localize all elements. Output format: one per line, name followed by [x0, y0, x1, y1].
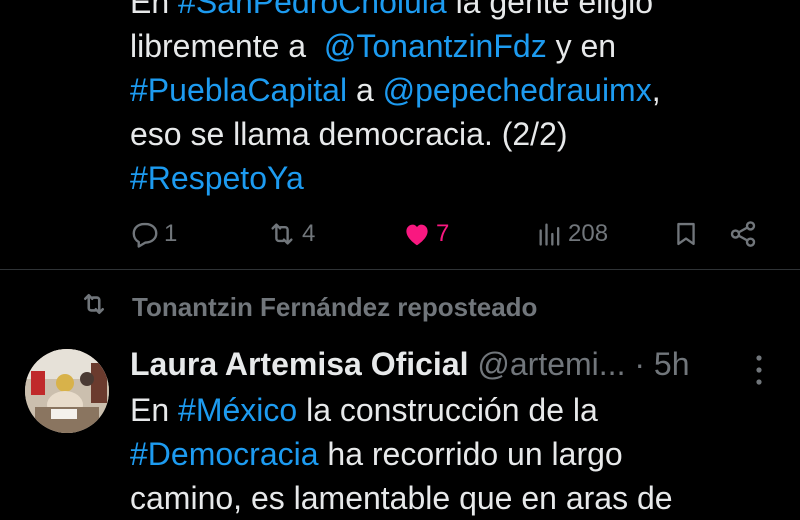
mention-link[interactable]: @pepechedrauimx: [383, 72, 652, 108]
repost-icon: [266, 219, 298, 249]
repost-icon: [78, 290, 132, 325]
repost-button[interactable]: 4: [266, 214, 315, 254]
text-segment: ,: [651, 72, 661, 108]
tweet-1-line: #RespetoYa: [130, 156, 770, 200]
author-name[interactable]: Laura Artemisa Oficial: [130, 346, 469, 382]
share-button[interactable]: [728, 214, 758, 254]
tweet-1-line: libremente a @TonantzinFdz y en: [130, 24, 770, 68]
reply-count: 1: [164, 220, 178, 247]
tweet-1-actions: 1 4 7 208: [0, 214, 800, 254]
like-button[interactable]: 7: [402, 214, 449, 254]
tweet-1[interactable]: En #SanPedroCholula la gente eligió libr…: [0, 0, 800, 270]
mention-link[interactable]: @TonantzinFdz: [324, 28, 547, 64]
hashtag-link[interactable]: #PueblaCapital: [130, 72, 347, 108]
tweet-divider: [0, 269, 800, 270]
text-segment: a: [347, 72, 383, 108]
tweet-2-line: En #México la construcción de la: [130, 388, 770, 432]
tweet-2-header: Laura Artemisa Oficial @artemi... · 5h: [130, 344, 689, 384]
tweet-1-line: En #SanPedroCholula la gente eligió: [130, 0, 770, 24]
hashtag-link[interactable]: #Democracia: [130, 436, 319, 472]
repost-count: 4: [302, 220, 316, 247]
hashtag-link[interactable]: #México: [178, 392, 297, 428]
text-segment: libremente a: [130, 28, 324, 64]
tweet-2-text: En #México la construcción de la #Democr…: [130, 388, 770, 520]
avatar-image: [25, 349, 109, 433]
tweet-1-line: eso se llama democracia. (2/2): [130, 116, 568, 152]
views-button[interactable]: 208: [536, 214, 608, 254]
bookmark-icon: [672, 219, 700, 249]
heart-icon: [402, 219, 432, 249]
like-count: 7: [436, 220, 450, 247]
tweet-timestamp[interactable]: · 5h: [625, 346, 689, 382]
text-segment: En: [130, 0, 179, 20]
hashtag-link[interactable]: #SanPedroCholula: [178, 0, 447, 20]
text-segment: la gente eligió: [446, 0, 654, 20]
text-segment: y en: [546, 28, 617, 64]
share-icon: [728, 219, 758, 249]
views-count: 208: [568, 220, 609, 247]
tweet-2-line: #Democracia ha recorrido un largo: [130, 432, 770, 476]
views-icon: [536, 219, 564, 249]
tweet-1-text: En #SanPedroCholula la gente eligió libr…: [130, 0, 770, 200]
more-button[interactable]: [752, 352, 766, 393]
reply-button[interactable]: 1: [130, 214, 177, 254]
avatar[interactable]: [25, 349, 109, 433]
author-handle[interactable]: @artemi...: [477, 346, 625, 382]
bookmark-button[interactable]: [672, 214, 700, 254]
tweet-1-line: #PueblaCapital a @pepechedrauimx,: [130, 68, 770, 112]
repost-banner[interactable]: Tonantzin Fernández reposteado: [78, 290, 537, 325]
text-segment: En: [130, 392, 179, 428]
tweet-2-line: camino, es lamentable que en aras de: [130, 480, 673, 516]
repost-banner-text: Tonantzin Fernández reposteado: [132, 292, 538, 322]
reply-icon: [130, 219, 160, 249]
text-segment: la construcción de la: [297, 392, 598, 428]
hashtag-link[interactable]: #RespetoYa: [130, 160, 304, 196]
text-segment: ha recorrido un largo: [318, 436, 623, 472]
